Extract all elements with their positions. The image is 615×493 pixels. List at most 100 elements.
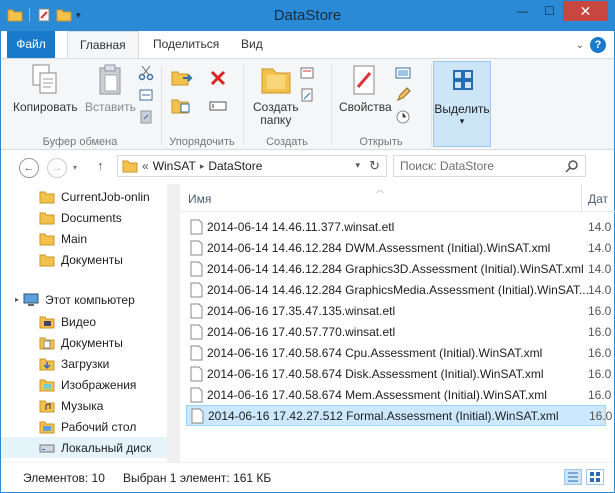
chevron-down-icon[interactable]: ⌄ [576, 40, 584, 51]
column-header-name[interactable]: Имя [188, 192, 211, 206]
drive-icon [39, 444, 55, 452]
nav-item-documents[interactable]: Documents [1, 207, 179, 228]
open-group: Свойства Открыть [333, 59, 429, 151]
nav-item-label: Видео [61, 314, 97, 329]
breadcrumb-overflow[interactable]: « [142, 159, 149, 173]
address-field[interactable]: « WinSAT ▸ DataStore ▾ ↻ [117, 155, 387, 177]
file-row[interactable]: 2014-06-14 14.46.12.284 DWM.Assessment (… [186, 237, 611, 258]
file-icon [190, 387, 203, 402]
file-name: 2014-06-16 17.42.27.512 Formal.Assessmen… [208, 408, 559, 423]
details-view-button[interactable] [564, 469, 582, 485]
file-icon [190, 282, 203, 297]
select-button[interactable]: Выделить ▾ [433, 61, 491, 147]
copy-path-icon[interactable] [138, 87, 154, 103]
group-divider [331, 65, 332, 145]
title-bar: ▾ DataStore — ☐ ✕ [1, 1, 614, 31]
breadcrumb-item[interactable]: WinSAT [153, 159, 196, 173]
file-row[interactable]: 2014-06-16 17.40.58.674 Cpu.Assessment (… [186, 342, 611, 363]
create-group: Создать папку Создать [245, 59, 329, 151]
nav-item-label: Документы [61, 252, 123, 267]
large-icons-view-button[interactable] [586, 469, 604, 485]
refresh-icon[interactable]: ↻ [369, 158, 380, 174]
nav-item-desktop[interactable]: Рабочий стол [1, 416, 179, 437]
group-divider [161, 65, 162, 145]
delete-icon[interactable] [209, 69, 227, 87]
status-bar: Элементов: 10 Выбран 1 элемент: 161 КБ [1, 462, 614, 492]
copy-to-icon[interactable] [171, 97, 193, 115]
file-row[interactable]: 2014-06-16 17.40.58.674 Mem.Assessment (… [186, 384, 611, 405]
file-row[interactable]: 2014-06-16 17.40.57.770.winsat.etl 16.0 [186, 321, 611, 342]
history-icon[interactable] [395, 109, 411, 125]
move-to-icon[interactable] [171, 69, 193, 87]
column-divider[interactable] [581, 184, 582, 212]
easy-access-icon[interactable] [299, 87, 315, 103]
nav-item-downloads[interactable]: Загрузки [1, 353, 179, 374]
recent-locations-chevron-icon[interactable]: ▾ [73, 163, 77, 172]
cut-icon[interactable] [138, 65, 154, 81]
nav-scrollbar[interactable] [167, 184, 179, 462]
paste-button[interactable]: Вставить [85, 63, 136, 114]
help-icon[interactable]: ? [590, 37, 606, 53]
file-name: 2014-06-14 14.46.12.284 DWM.Assessment (… [207, 240, 551, 255]
new-item-icon[interactable] [299, 65, 315, 81]
close-button[interactable]: ✕ [563, 1, 608, 21]
breadcrumb-chevron-icon[interactable]: ▸ [200, 161, 205, 172]
edit-icon[interactable] [395, 87, 411, 103]
chevron-down-icon[interactable]: ▾ [355, 160, 360, 171]
file-icon [190, 366, 203, 381]
window-controls: — ☐ ✕ [509, 1, 608, 21]
file-date: 14.0 [588, 219, 612, 234]
new-folder-button[interactable]: Создать папку [253, 63, 299, 127]
nav-item-dokumenty[interactable]: Документы [1, 249, 179, 270]
nav-item-local-disk[interactable]: Локальный диск [1, 437, 179, 458]
file-row[interactable]: 2014-06-16 17.35.47.135.winsat.etl 16.0 [186, 300, 611, 321]
nav-item-this-pc[interactable]: ▸ Этот компьютер [1, 289, 179, 310]
tab-file[interactable]: Файл [7, 31, 55, 58]
explorer-window: ▾ DataStore — ☐ ✕ Файл Главная Поделитьс… [0, 0, 615, 493]
file-row[interactable]: 2014-06-14 14.46.12.284 GraphicsMedia.As… [186, 279, 611, 300]
up-arrow-icon[interactable]: ↑ [97, 158, 104, 173]
file-row-selected[interactable]: 2014-06-16 17.42.27.512 Formal.Assessmen… [186, 405, 612, 426]
back-button[interactable]: ← [19, 158, 39, 178]
nav-item-video[interactable]: Видео [1, 311, 179, 332]
file-row[interactable]: 2014-06-14 14.46.11.377.winsat.etl 14.0 [186, 216, 611, 237]
minimize-button[interactable]: — [509, 1, 536, 21]
tab-view[interactable]: Вид [229, 31, 275, 58]
clipboard-group: Копировать Вставить Буфер обмена [1, 59, 159, 151]
column-header-date[interactable]: Дат [588, 192, 608, 206]
paste-shortcut-icon[interactable] [138, 109, 154, 125]
tab-share[interactable]: Поделиться [141, 31, 231, 58]
column-headers: ︿ Имя Дат [180, 184, 615, 212]
tab-home[interactable]: Главная [67, 31, 139, 59]
file-name: 2014-06-16 17.40.57.770.winsat.etl [207, 324, 396, 339]
view-switcher [564, 469, 604, 485]
file-icon [190, 240, 203, 255]
file-name: 2014-06-14 14.46.11.377.winsat.etl [207, 219, 395, 234]
search-icon[interactable] [565, 159, 579, 173]
search-input[interactable]: Поиск: DataStore [393, 155, 586, 177]
nav-item-label: Этот компьютер [45, 292, 135, 307]
breadcrumb-item[interactable]: DataStore [208, 159, 262, 173]
nav-item-label: Документы [61, 335, 123, 350]
select-all-icon [453, 70, 473, 90]
forward-button[interactable]: → [47, 158, 67, 178]
paste-label: Вставить [85, 100, 136, 114]
nav-item-main[interactable]: Main [1, 228, 179, 249]
open-icon[interactable] [395, 65, 411, 81]
copy-button[interactable]: Копировать [13, 63, 78, 114]
large-icons-view-icon [590, 472, 600, 482]
rename-icon[interactable] [209, 97, 227, 115]
new-folder-label: Создать папку [253, 100, 299, 127]
expand-arrow-icon[interactable]: ▸ [15, 295, 19, 304]
nav-item-pictures[interactable]: Изображения [1, 374, 179, 395]
properties-button[interactable]: Свойства [339, 63, 392, 114]
file-name: 2014-06-16 17.40.58.674 Cpu.Assessment (… [207, 345, 543, 360]
nav-item-label: Изображения [61, 377, 137, 392]
nav-item-my-documents[interactable]: Документы [1, 332, 179, 353]
file-row[interactable]: 2014-06-14 14.46.12.284 Graphics3D.Asses… [186, 258, 611, 279]
nav-item-music[interactable]: Музыка [1, 395, 179, 416]
file-icon [191, 408, 204, 423]
file-row[interactable]: 2014-06-16 17.40.58.674 Disk.Assessment … [186, 363, 611, 384]
maximize-button[interactable]: ☐ [536, 1, 563, 21]
nav-item-currentjob[interactable]: CurrentJob-onlin [1, 186, 179, 207]
